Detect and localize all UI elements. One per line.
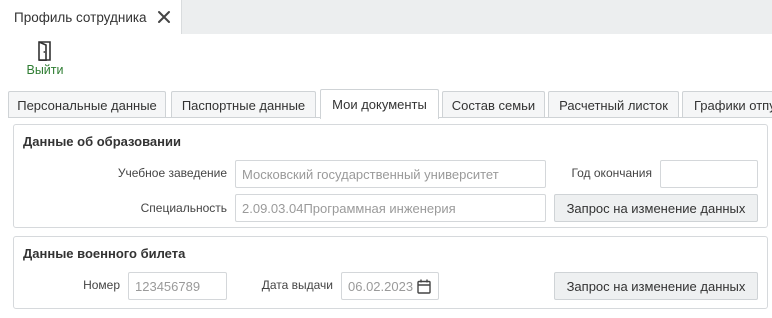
issue-date-label: Дата выдачи — [261, 278, 333, 292]
calendar-icon[interactable] — [417, 279, 431, 294]
military-change-request-button[interactable]: Запрос на изменение данных — [554, 272, 758, 300]
tab-payslip[interactable]: Расчетный листок — [548, 91, 679, 118]
tab-my-documents[interactable]: Мои документы — [320, 89, 439, 119]
tab-vacation-schedules[interactable]: Графики отпу — [682, 91, 772, 118]
toolbar — [0, 34, 772, 84]
exit-button[interactable]: Выйти — [22, 38, 68, 82]
military-number-field[interactable]: 123456789 — [128, 272, 227, 300]
document-tab-employee-profile[interactable]: Профиль сотрудника — [0, 0, 182, 34]
tab-label: Персональные данные — [17, 97, 157, 113]
institution-label: Учебное заведение — [117, 166, 227, 180]
tab-label: Состав семьи — [451, 97, 536, 113]
education-change-request-button[interactable]: Запрос на изменение данных — [554, 194, 758, 222]
institution-field[interactable]: Московский государственный университет — [235, 160, 546, 188]
tab-label: Графики отпу — [694, 97, 772, 113]
number-label: Номер — [83, 278, 120, 292]
issue-date-field[interactable]: 06.02.2023 — [341, 272, 439, 300]
graduation-year-field[interactable] — [660, 160, 758, 188]
tab-label: Паспортные данные — [181, 97, 306, 113]
tab-personal-data[interactable]: Персональные данные — [8, 91, 166, 118]
tab-family[interactable]: Состав семьи — [442, 91, 545, 118]
door-exit-icon — [36, 41, 54, 62]
exit-button-label: Выйти — [26, 63, 64, 77]
military-id-group-title: Данные военного билета — [23, 246, 186, 261]
specialty-field[interactable]: 2.09.03.04Программная инженерия — [235, 194, 546, 222]
tab-label: Мои документы — [332, 97, 427, 112]
content-tabs: Персональные данные Паспортные данные Мо… — [0, 84, 772, 119]
issue-date-value: 06.02.2023 — [348, 278, 414, 294]
document-tab-title: Профиль сотрудника — [14, 9, 147, 25]
document-tab-strip: Профиль сотрудника — [0, 0, 772, 34]
tab-label: Расчетный листок — [559, 97, 668, 113]
education-group-title: Данные об образовании — [23, 134, 181, 149]
close-icon[interactable] — [157, 10, 171, 24]
specialty-label: Специальность — [140, 201, 227, 215]
graduation-year-label: Год окончания — [571, 166, 652, 180]
tab-passport-data[interactable]: Паспортные данные — [171, 91, 316, 118]
